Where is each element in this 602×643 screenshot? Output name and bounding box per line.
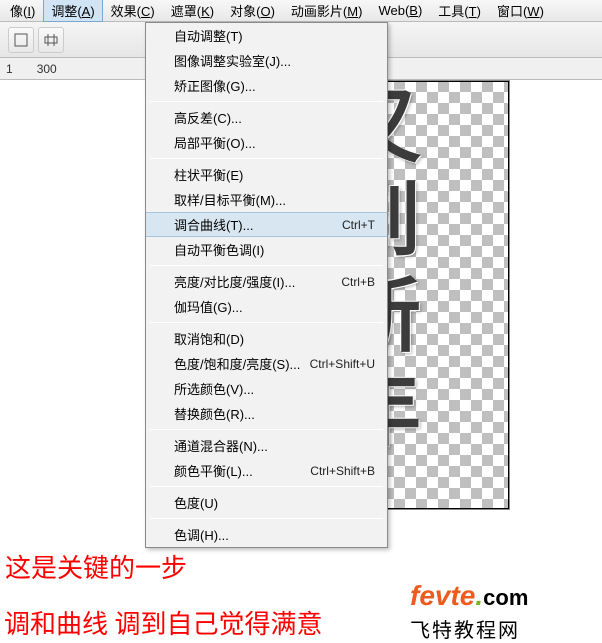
annotation-curve-hint: 调和曲线 调到自己觉得满意: [4, 604, 323, 641]
menu-item-16[interactable]: 色度/饱和度/亮度(S)... Ctrl+Shift+U: [146, 351, 387, 376]
menu-k[interactable]: 遮罩(K): [163, 0, 222, 22]
menu-item-label: 取消饱和(D): [174, 329, 244, 348]
menu-o[interactable]: 对象(O): [222, 0, 283, 22]
menu-item-label: 局部平衡(O)...: [174, 133, 256, 152]
menu-w[interactable]: 窗口(W): [489, 0, 552, 22]
ruler-mark-1: 1: [6, 62, 13, 76]
menu-item-label: 高反差(C)...: [174, 108, 242, 127]
menu-item-9[interactable]: 调合曲线(T)... Ctrl+T: [146, 212, 387, 237]
menu-separator: [150, 429, 383, 430]
menu-item-shortcut: Ctrl+T: [342, 218, 375, 232]
menu-item-label: 通道混合器(N)...: [174, 436, 268, 455]
watermark: fevte.com 飞特教程网: [398, 578, 602, 640]
tool-icon-1[interactable]: [8, 27, 34, 53]
menu-item-15[interactable]: 取消饱和(D): [146, 326, 387, 351]
menu-item-20[interactable]: 通道混合器(N)...: [146, 433, 387, 458]
menu-m[interactable]: 动画影片(M): [283, 0, 371, 22]
menu-item-label: 颜色平衡(L)...: [174, 461, 253, 480]
menu-item-2[interactable]: 矫正图像(G)...: [146, 73, 387, 98]
menu-t[interactable]: 工具(T): [430, 0, 489, 22]
menu-item-label: 自动平衡色调(I): [174, 240, 264, 259]
menu-item-5[interactable]: 局部平衡(O)...: [146, 130, 387, 155]
menu-c[interactable]: 效果(C): [103, 0, 163, 22]
menu-item-label: 所选颜色(V)...: [174, 379, 254, 398]
menu-item-18[interactable]: 替换颜色(R)...: [146, 401, 387, 426]
menu-item-4[interactable]: 高反差(C)...: [146, 105, 387, 130]
menu-separator: [150, 486, 383, 487]
ruler-mark-300: 300: [37, 62, 57, 76]
tool-icon-2[interactable]: [38, 27, 64, 53]
menu-item-label: 替换颜色(R)...: [174, 404, 255, 423]
annotation-step-key: 这是关键的一步: [5, 548, 187, 585]
menu-item-label: 柱状平衡(E): [174, 165, 243, 184]
menu-item-label: 色度(U): [174, 493, 218, 512]
menu-item-0[interactable]: 自动调整(T): [146, 23, 387, 48]
menu-item-1[interactable]: 图像调整实验室(J)...: [146, 48, 387, 73]
menubar: 像(I)调整(A)效果(C)遮罩(K)对象(O)动画影片(M)Web(B)工具(…: [0, 0, 602, 22]
menu-separator: [150, 265, 383, 266]
menu-separator: [150, 322, 383, 323]
menu-item-shortcut: Ctrl+Shift+B: [310, 464, 375, 478]
menu-item-label: 亮度/对比度/强度(I)...: [174, 272, 295, 291]
menu-item-8[interactable]: 取样/目标平衡(M)...: [146, 187, 387, 212]
menu-item-25[interactable]: 色调(H)...: [146, 522, 387, 547]
menu-separator: [150, 158, 383, 159]
menu-item-12[interactable]: 亮度/对比度/强度(I)... Ctrl+B: [146, 269, 387, 294]
menu-i[interactable]: 像(I): [2, 0, 43, 22]
menu-item-label: 色调(H)...: [174, 525, 229, 544]
menu-item-23[interactable]: 色度(U): [146, 490, 387, 515]
menu-item-label: 调合曲线(T)...: [174, 215, 253, 234]
menu-item-shortcut: Ctrl+Shift+U: [310, 357, 375, 371]
menu-item-21[interactable]: 颜色平衡(L)... Ctrl+Shift+B: [146, 458, 387, 483]
menu-item-label: 取样/目标平衡(M)...: [174, 190, 286, 209]
menu-item-label: 自动调整(T): [174, 26, 243, 45]
watermark-logo: fevte.com: [410, 580, 528, 612]
menu-item-label: 矫正图像(G)...: [174, 76, 256, 95]
menu-a[interactable]: 调整(A): [43, 0, 102, 22]
menu-separator: [150, 518, 383, 519]
menu-item-label: 图像调整实验室(J)...: [174, 51, 291, 70]
menu-item-label: 色度/饱和度/亮度(S)...: [174, 354, 300, 373]
menu-item-shortcut: Ctrl+B: [341, 275, 375, 289]
menu-item-10[interactable]: 自动平衡色调(I): [146, 237, 387, 262]
menu-separator: [150, 101, 383, 102]
adjust-menu-dropdown: 自动调整(T) 图像调整实验室(J)... 矫正图像(G)... 高反差(C)... 局…: [145, 22, 388, 548]
menu-item-17[interactable]: 所选颜色(V)...: [146, 376, 387, 401]
watermark-subtitle: 飞特教程网: [410, 614, 520, 643]
menu-item-label: 伽玛值(G)...: [174, 297, 243, 316]
menu-b[interactable]: Web(B): [370, 1, 430, 20]
menu-item-13[interactable]: 伽玛值(G)...: [146, 294, 387, 319]
menu-item-7[interactable]: 柱状平衡(E): [146, 162, 387, 187]
